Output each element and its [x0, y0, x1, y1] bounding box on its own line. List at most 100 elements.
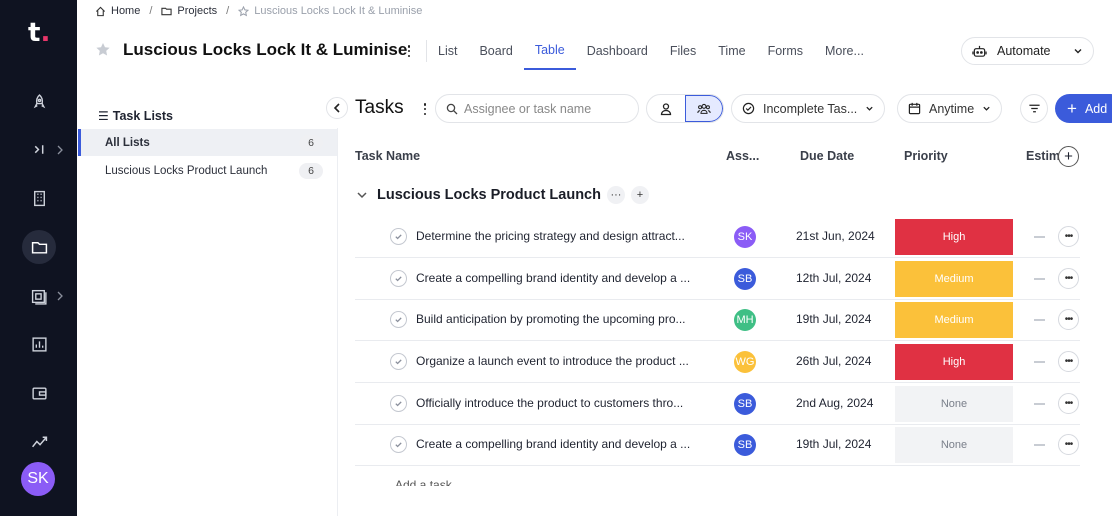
assignee-avatar[interactable]: MH — [734, 309, 756, 331]
table-row[interactable]: Officially introduce the product to cust… — [355, 383, 1080, 425]
priority-badge[interactable]: High — [895, 219, 1013, 255]
tab-board[interactable]: Board — [468, 32, 523, 70]
col-task-name[interactable]: Task Name — [355, 149, 420, 163]
row-more-icon[interactable]: ••• — [1058, 351, 1079, 372]
priority-badge[interactable]: None — [895, 386, 1013, 422]
task-list-item-all[interactable]: All Lists 6 — [78, 129, 337, 156]
project-menu-icon[interactable] — [405, 44, 413, 58]
task-name[interactable]: Create a compelling brand identity and d… — [416, 271, 696, 285]
priority-badge[interactable]: Medium — [895, 302, 1013, 338]
wallet-icon[interactable] — [22, 376, 56, 410]
automate-button[interactable]: Automate — [961, 37, 1094, 65]
breadcrumb-projects[interactable]: Projects — [177, 5, 217, 17]
group-more-icon[interactable]: ··· — [606, 186, 625, 204]
tab-files[interactable]: Files — [659, 32, 707, 70]
status-filter-dropdown[interactable]: Incomplete Tas... — [731, 94, 886, 123]
panel-divider — [337, 128, 338, 516]
breadcrumb-home[interactable]: Home — [111, 5, 140, 17]
table-row[interactable]: Determine the pricing strategy and desig… — [355, 216, 1080, 258]
priority-badge[interactable]: High — [895, 344, 1013, 380]
col-due-date[interactable]: Due Date — [800, 149, 854, 163]
tab-more[interactable]: More... — [814, 32, 875, 70]
due-date[interactable]: 26th Jul, 2024 — [796, 354, 871, 368]
due-date[interactable]: 21st Jun, 2024 — [796, 229, 875, 243]
complete-checkbox[interactable] — [390, 311, 407, 328]
tasks-menu-icon[interactable] — [421, 102, 429, 116]
row-more-icon[interactable]: ••• — [1058, 226, 1079, 247]
folder-icon — [161, 7, 173, 15]
filter-lines-icon — [1028, 104, 1040, 113]
task-name[interactable]: Create a compelling brand identity and d… — [416, 437, 696, 451]
collapse-arrow-icon[interactable] — [22, 132, 56, 166]
col-priority[interactable]: Priority — [904, 149, 948, 163]
chevron-down-icon[interactable] — [356, 189, 368, 201]
single-user-toggle[interactable] — [647, 95, 685, 122]
due-date[interactable]: 19th Jul, 2024 — [796, 312, 871, 326]
estimate-empty[interactable] — [1034, 403, 1045, 405]
assignee-avatar[interactable]: SB — [734, 268, 756, 290]
analytics-icon[interactable] — [22, 424, 56, 458]
tab-time[interactable]: Time — [707, 32, 756, 70]
search-box[interactable] — [435, 94, 639, 123]
complete-checkbox[interactable] — [390, 270, 407, 287]
collapse-panel-button[interactable] — [326, 97, 348, 119]
row-more-icon[interactable]: ••• — [1058, 268, 1079, 289]
favorite-star-icon[interactable] — [95, 42, 111, 58]
table-row[interactable]: Create a compelling brand identity and d… — [355, 424, 1080, 466]
sort-filter-button[interactable] — [1020, 94, 1048, 123]
task-name[interactable]: Determine the pricing strategy and desig… — [416, 229, 696, 243]
group-users-toggle[interactable] — [684, 95, 723, 122]
estimate-empty[interactable] — [1034, 444, 1045, 446]
assignee-avatar[interactable]: WG — [734, 351, 756, 373]
tab-dashboard[interactable]: Dashboard — [576, 32, 659, 70]
table-row[interactable]: Create a compelling brand identity and d… — [355, 258, 1080, 300]
plus-icon: + — [1067, 99, 1077, 118]
col-estimate[interactable]: Estim — [1026, 149, 1060, 163]
folder-icon[interactable] — [22, 230, 56, 264]
assignee-avatar[interactable]: SK — [734, 226, 756, 248]
estimate-empty[interactable] — [1034, 236, 1045, 238]
table-row[interactable]: Organize a launch event to introduce the… — [355, 341, 1080, 383]
due-date[interactable]: 19th Jul, 2024 — [796, 437, 871, 451]
date-filter-dropdown[interactable]: Anytime — [897, 94, 1003, 123]
col-assignee[interactable]: Ass... — [726, 149, 759, 163]
row-more-icon[interactable]: ••• — [1058, 309, 1079, 330]
report-icon[interactable] — [22, 327, 56, 361]
app-rail: t. SK — [0, 0, 77, 516]
rocket-icon[interactable] — [22, 85, 56, 119]
due-date[interactable]: 2nd Aug, 2024 — [796, 396, 873, 410]
task-name[interactable]: Build anticipation by promoting the upco… — [416, 312, 696, 326]
group-add-icon[interactable]: + — [630, 186, 649, 204]
board-icon[interactable] — [22, 279, 56, 313]
assignee-avatar[interactable]: SB — [734, 393, 756, 415]
tab-list[interactable]: List — [427, 32, 468, 70]
complete-checkbox[interactable] — [390, 353, 407, 370]
task-name[interactable]: Officially introduce the product to cust… — [416, 396, 696, 410]
estimate-empty[interactable] — [1034, 361, 1045, 363]
priority-badge[interactable]: Medium — [895, 261, 1013, 297]
tab-forms[interactable]: Forms — [757, 32, 814, 70]
estimate-empty[interactable] — [1034, 319, 1045, 321]
priority-badge[interactable]: None — [895, 427, 1013, 463]
add-task-button[interactable]: + Add — [1055, 94, 1112, 123]
table-row[interactable]: Build anticipation by promoting the upco… — [355, 299, 1080, 341]
row-more-icon[interactable]: ••• — [1058, 393, 1079, 414]
user-avatar[interactable]: SK — [21, 462, 55, 496]
task-list-item-product-launch[interactable]: Luscious Locks Product Launch 6 — [78, 157, 337, 184]
complete-checkbox[interactable] — [390, 228, 407, 245]
building-icon[interactable] — [22, 181, 56, 215]
add-task-row[interactable]: Add a task — [395, 478, 452, 486]
search-input[interactable] — [464, 101, 634, 116]
due-date[interactable]: 12th Jul, 2024 — [796, 271, 871, 285]
breadcrumb-separator: / — [149, 5, 153, 17]
add-label: Add — [1084, 101, 1108, 116]
complete-checkbox[interactable] — [390, 436, 407, 453]
estimate-empty[interactable] — [1034, 278, 1045, 280]
add-column-button[interactable]: + — [1058, 146, 1079, 167]
tab-table[interactable]: Table — [523, 32, 576, 70]
complete-checkbox[interactable] — [390, 395, 407, 412]
assignee-avatar[interactable]: SB — [734, 434, 756, 456]
app-logo[interactable]: t. — [28, 18, 50, 48]
row-more-icon[interactable]: ••• — [1058, 434, 1079, 455]
task-name[interactable]: Organize a launch event to introduce the… — [416, 354, 696, 368]
